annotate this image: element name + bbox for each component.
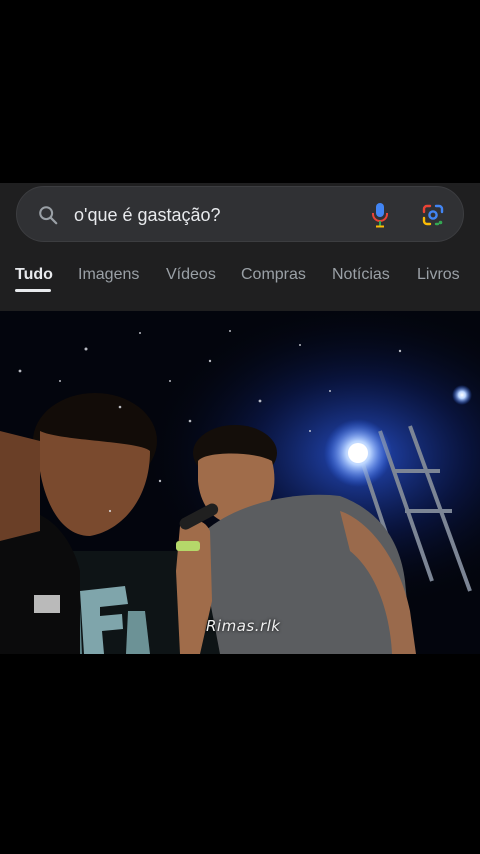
tab-compras[interactable]: Compras [241, 265, 306, 285]
tab-imagens[interactable]: Imagens [78, 265, 139, 285]
tab-noticias[interactable]: Notícias [332, 265, 390, 285]
search-query[interactable]: o'que é gastação? [74, 204, 221, 226]
active-tab-indicator [15, 289, 51, 292]
search-icon[interactable] [37, 204, 59, 226]
google-search-panel: o'que é gastação? Tudo Imagens Vídeos Co… [0, 183, 480, 311]
tab-livros[interactable]: Livros [417, 265, 460, 285]
tab-tudo[interactable]: Tudo [15, 265, 53, 285]
video-frame[interactable]: Rimas.rlk [0, 311, 480, 654]
search-bar[interactable]: o'que é gastação? [16, 186, 464, 242]
google-lens-icon[interactable] [421, 203, 445, 227]
microphone-icon[interactable] [370, 202, 390, 228]
video-watermark: Rimas.rlk [206, 617, 281, 635]
tab-videos[interactable]: Vídeos [166, 265, 216, 285]
video-scene [0, 311, 480, 654]
screen: o'que é gastação? Tudo Imagens Vídeos Co… [0, 0, 480, 854]
search-tabs: Tudo Imagens Vídeos Compras Notícias Liv… [0, 259, 480, 299]
